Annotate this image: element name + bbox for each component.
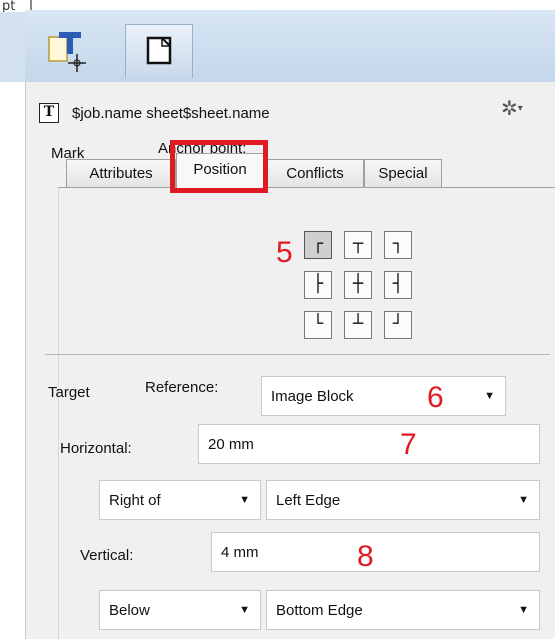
- tab-conflicts[interactable]: Conflicts: [266, 159, 364, 187]
- tab-special[interactable]: Special: [364, 159, 442, 187]
- text-marker-tool-button[interactable]: [43, 28, 93, 78]
- horizontal-relation-select[interactable]: Right of ▼: [99, 480, 261, 520]
- annotation-5: 5: [276, 236, 293, 269]
- section-divider: [45, 354, 550, 355]
- horizontal-offset-value: 20 mm: [208, 435, 254, 453]
- gear-menu-button[interactable]: ✲▾: [501, 96, 541, 120]
- anchor-middle-left[interactable]: ├: [304, 271, 332, 299]
- annotation-6: 6: [427, 381, 444, 414]
- reference-select[interactable]: Image Block ▼: [261, 376, 506, 416]
- anchor-bottom-center[interactable]: ┴: [344, 311, 372, 339]
- toolbar: [25, 10, 555, 83]
- gear-icon: ✲: [501, 96, 518, 120]
- reference-label: Reference:: [145, 379, 219, 396]
- page-icon: [146, 36, 172, 65]
- vertical-label: Vertical:: [80, 547, 134, 564]
- chevron-down-icon: ▼: [239, 494, 250, 506]
- chevron-down-icon: ▼: [518, 604, 529, 616]
- anchor-center[interactable]: ┼: [344, 271, 372, 299]
- divider: [30, 0, 32, 10]
- page-tool-button[interactable]: [125, 24, 193, 78]
- highlight-annotation-box: [170, 140, 268, 193]
- vertical-relation-value: Below: [109, 601, 150, 619]
- vertical-offset-value: 4 mm: [221, 543, 259, 561]
- target-section-label: Target: [48, 384, 90, 401]
- horizontal-edge-select[interactable]: Left Edge ▼: [266, 480, 540, 520]
- vertical-relation-select[interactable]: Below ▼: [99, 590, 261, 630]
- marker-title: $job.name sheet$sheet.name: [72, 105, 270, 122]
- anchor-bottom-right[interactable]: ┘: [384, 311, 412, 339]
- text-marker-icon: [48, 32, 86, 72]
- annotation-8: 8: [357, 540, 374, 573]
- mark-section-label: Mark: [51, 145, 85, 162]
- horizontal-label: Horizontal:: [60, 440, 132, 457]
- horizontal-relation-value: Right of: [109, 491, 161, 509]
- anchor-middle-right[interactable]: ┤: [384, 271, 412, 299]
- annotation-7: 7: [400, 428, 417, 461]
- tab-attributes[interactable]: Attributes: [66, 159, 176, 187]
- horizontal-offset-input[interactable]: 20 mm: [198, 424, 540, 464]
- chevron-down-icon: ▼: [484, 390, 495, 402]
- anchor-top-left[interactable]: ┌: [304, 231, 332, 259]
- reference-value: Image Block: [271, 387, 354, 405]
- text-marker-type-icon: T: [39, 103, 59, 123]
- chevron-down-icon: ▼: [518, 494, 529, 506]
- vertical-edge-value: Bottom Edge: [276, 601, 363, 619]
- anchor-bottom-left[interactable]: └: [304, 311, 332, 339]
- vertical-offset-input[interactable]: 4 mm: [211, 532, 540, 572]
- horizontal-edge-value: Left Edge: [276, 491, 341, 509]
- chevron-down-icon: ▾: [517, 103, 523, 114]
- vertical-edge-select[interactable]: Bottom Edge ▼: [266, 590, 540, 630]
- anchor-top-right[interactable]: ┐: [384, 231, 412, 259]
- chevron-down-icon: ▼: [239, 604, 250, 616]
- anchor-top-center[interactable]: ┬: [344, 231, 372, 259]
